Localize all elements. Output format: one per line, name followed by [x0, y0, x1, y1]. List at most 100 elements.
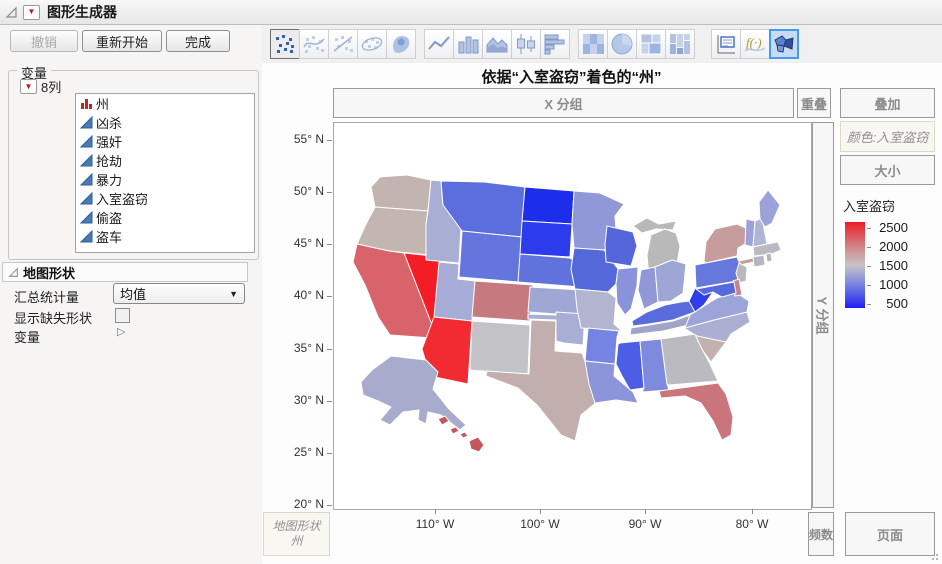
map-shapes-icon[interactable] — [769, 29, 799, 59]
caption-box-icon[interactable] — [711, 29, 741, 59]
state-shape-FL[interactable] — [658, 382, 734, 441]
columns-red-triangle-icon[interactable]: ▼ — [20, 79, 37, 94]
column-item-州[interactable]: 州 — [76, 94, 254, 113]
y-axis-tick — [327, 505, 332, 507]
collapse-triangle-icon[interactable] — [8, 266, 19, 278]
state-shape-SD[interactable] — [519, 220, 573, 258]
y-axis-tick — [327, 296, 332, 298]
column-item-强奸[interactable]: 强奸 — [76, 132, 254, 151]
y-axis-tick-label: 55° N — [293, 132, 324, 146]
show-missing-checkbox[interactable] — [115, 308, 130, 323]
column-item-抢劫[interactable]: 抢劫 — [76, 151, 254, 170]
graph-builder-window: { "window": { "title": "图形生成器" }, "actio… — [0, 0, 942, 564]
treemap-icon[interactable] — [636, 29, 666, 59]
bar-chart-icon[interactable] — [453, 29, 483, 59]
column-label: 偷盗 — [96, 211, 123, 226]
state-shape-WI[interactable] — [604, 225, 638, 267]
summary-statistic-dropdown[interactable]: 均值 ▼ — [113, 283, 245, 304]
fit-line-icon[interactable] — [328, 29, 358, 59]
legend-tick — [867, 247, 871, 248]
state-shape-WA[interactable] — [370, 174, 432, 212]
window-titlebar: ▼ 图形生成器 — [0, 0, 942, 25]
map-shape-panel-header[interactable]: 地图形状 — [2, 262, 248, 282]
area-chart-icon[interactable] — [482, 29, 512, 59]
pie-chart-icon[interactable] — [607, 29, 637, 59]
x-axis-tick-label: 80° W — [735, 517, 769, 531]
state-shape-MO[interactable] — [574, 288, 623, 332]
line-chart-icon[interactable] — [424, 29, 454, 59]
state-shape-RI[interactable] — [765, 252, 773, 263]
overlap-dropzone[interactable]: 重叠 — [797, 88, 831, 118]
columns-listbox[interactable]: 州凶杀 强奸抢劫 暴力 入室盗窃偷盗盗车 — [75, 93, 255, 253]
y-axis-tick-label: 50° N — [293, 184, 324, 199]
columns-count-label: 8列 — [41, 80, 62, 95]
column-label: 凶杀 — [96, 116, 123, 131]
legend-tick-label: 1500 — [879, 258, 908, 273]
state-shape-NM[interactable] — [469, 320, 531, 375]
red-triangle-menu-icon[interactable]: ▼ — [23, 4, 40, 20]
state-shape-IL[interactable] — [615, 266, 639, 316]
x-axis-tick-label: 100° W — [520, 517, 560, 531]
column-item-入室盗窃[interactable]: 入室盗窃 — [76, 189, 254, 208]
mosaic-icon[interactable] — [665, 29, 695, 59]
us-choropleth-map[interactable] — [334, 123, 811, 509]
legend-tick — [867, 266, 871, 267]
resize-grip[interactable] — [928, 552, 938, 560]
column-label: 州 — [96, 97, 110, 112]
state-shape-ND[interactable] — [521, 186, 575, 225]
y-group-dropzone[interactable]: Y 分组 — [812, 122, 834, 508]
formula-icon[interactable]: f(·) — [740, 29, 770, 59]
x-group-dropzone[interactable]: X 分组 — [333, 88, 794, 118]
state-shape-IN[interactable] — [637, 266, 659, 310]
contour-icon[interactable] — [386, 29, 416, 59]
ellipse-icon[interactable] — [357, 29, 387, 59]
disclosure-right-icon[interactable]: ▷ — [117, 325, 125, 338]
y-axis-tick-label: 40° N — [293, 288, 324, 303]
summary-statistic-label: 汇总统计量 — [14, 290, 80, 305]
column-label: 盗车 — [96, 230, 123, 245]
legend-tick — [867, 228, 871, 229]
color-dropzone[interactable]: 颜色:入室盗窃 — [840, 121, 935, 152]
state-shape-CO[interactable] — [471, 280, 534, 322]
y-axis-tick-label: 45° N — [293, 236, 324, 251]
scatter-icon[interactable] — [270, 29, 300, 59]
undo-button[interactable]: 撤销 — [10, 30, 78, 52]
state-shape-WY[interactable] — [458, 230, 523, 283]
x-axis-tick-label: 90° W — [628, 517, 662, 531]
state-shape-CT[interactable] — [752, 254, 766, 268]
graph-title: 依据“入室盗窃”着色的“州” — [481, 69, 662, 86]
x-axis-tick-label: 110° W — [415, 517, 455, 531]
histogram-icon[interactable] — [540, 29, 570, 59]
column-item-盗车[interactable]: 盗车 — [76, 227, 254, 246]
toolbar-group — [578, 29, 695, 59]
map-shape-dropzone[interactable]: 地图形状 州 — [263, 512, 330, 556]
page-dropzone[interactable]: 页面 — [845, 512, 935, 556]
state-shape-OH[interactable] — [654, 259, 687, 303]
state-shape-AR[interactable] — [584, 327, 620, 365]
done-button[interactable]: 完成 — [166, 30, 230, 52]
y-axis-tick — [327, 244, 332, 246]
toolbar-group: f(·) — [711, 29, 799, 59]
y-axis-tick-label: 30° N — [293, 392, 324, 407]
column-item-暴力[interactable]: 暴力 — [76, 170, 254, 189]
y-axis-tick — [327, 452, 332, 454]
column-label: 抢劫 — [96, 154, 123, 169]
y-axis-tick-label: 25° N — [293, 444, 324, 459]
restart-button[interactable]: 重新开始 — [82, 30, 162, 52]
column-item-凶杀[interactable]: 凶杀 — [76, 113, 254, 132]
collapse-triangle-icon[interactable] — [5, 6, 18, 19]
legend-gradient[interactable] — [845, 222, 865, 308]
overlay-dropzone[interactable]: 叠加 — [840, 88, 935, 118]
box-plot-icon[interactable] — [511, 29, 541, 59]
smoother-icon[interactable] — [299, 29, 329, 59]
heatmap-icon[interactable] — [578, 29, 608, 59]
map-plot-frame — [333, 122, 812, 510]
variables-panel: 变量 ▼ 8列 州凶杀 强奸 抢劫 暴力 入室盗窃 偷盗 盗车 — [8, 63, 259, 260]
y-axis-tick — [327, 140, 332, 141]
show-missing-label: 显示缺失形状 — [14, 311, 93, 326]
x-axis-tick — [540, 509, 541, 514]
state-shape-ME[interactable] — [758, 189, 781, 228]
freq-dropzone[interactable]: 频数 — [808, 512, 834, 556]
column-item-偷盗[interactable]: 偷盗 — [76, 208, 254, 227]
size-dropzone[interactable]: 大小 — [840, 155, 935, 185]
